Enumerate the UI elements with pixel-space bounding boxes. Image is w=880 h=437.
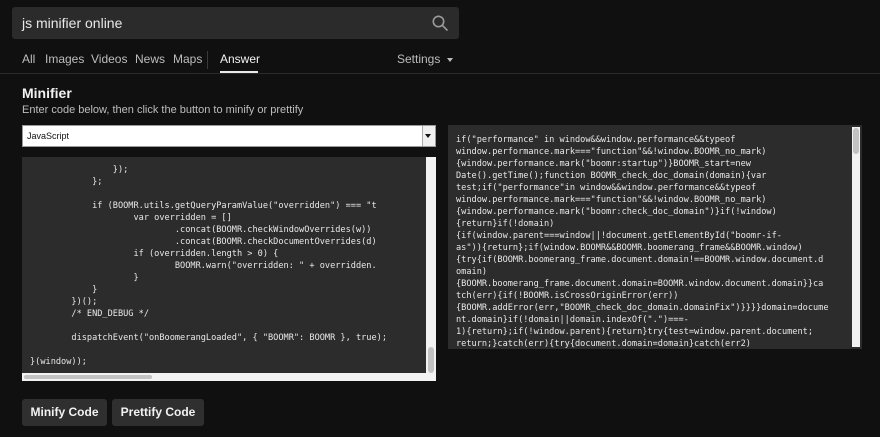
- nav-bar: All Images Videos News Maps Answer Setti…: [0, 48, 880, 73]
- scrollbar-thumb[interactable]: [428, 347, 434, 373]
- code-output-panel[interactable]: if("performance" in window&&window.perfo…: [448, 125, 862, 349]
- search-icon[interactable]: [431, 14, 449, 32]
- settings-label: Settings: [397, 52, 441, 66]
- tab-images[interactable]: Images: [45, 52, 84, 66]
- prettify-button[interactable]: Prettify Code: [112, 399, 204, 426]
- code-input-text[interactable]: }); }; if (BOOMR.utils.getQueryParamValu…: [30, 164, 387, 381]
- tool-title: Minifier: [22, 85, 72, 101]
- editor-vertical-scrollbar[interactable]: [426, 157, 436, 381]
- settings-menu[interactable]: Settings: [397, 52, 454, 66]
- search-box[interactable]: js minifier online: [12, 7, 459, 39]
- search-input[interactable]: js minifier online: [22, 15, 122, 31]
- minify-button[interactable]: Minify Code: [22, 399, 107, 426]
- tab-all[interactable]: All: [22, 52, 35, 66]
- tab-answer[interactable]: Answer: [220, 52, 260, 66]
- tab-maps[interactable]: Maps: [173, 52, 202, 66]
- tab-news[interactable]: News: [135, 52, 165, 66]
- language-select-value: JavaScript: [27, 131, 70, 141]
- editor-horizontal-scrollbar[interactable]: [22, 373, 426, 381]
- nav-divider: [207, 51, 208, 69]
- scrollbar-thumb[interactable]: [853, 128, 859, 154]
- tool-subtitle: Enter code below, then click the button …: [22, 104, 304, 116]
- output-vertical-scrollbar[interactable]: [852, 127, 860, 347]
- scrollbar-thumb[interactable]: [24, 375, 152, 379]
- nav-divider-line: [0, 73, 880, 74]
- code-input-editor[interactable]: }); }; if (BOOMR.utils.getQueryParamValu…: [22, 157, 436, 381]
- language-select[interactable]: JavaScript: [22, 125, 436, 147]
- chevron-down-icon: [447, 57, 454, 62]
- code-output-text: if("performance" in window&&window.perfo…: [456, 135, 829, 349]
- tab-videos[interactable]: Videos: [91, 52, 127, 66]
- chevron-down-icon[interactable]: [422, 126, 435, 146]
